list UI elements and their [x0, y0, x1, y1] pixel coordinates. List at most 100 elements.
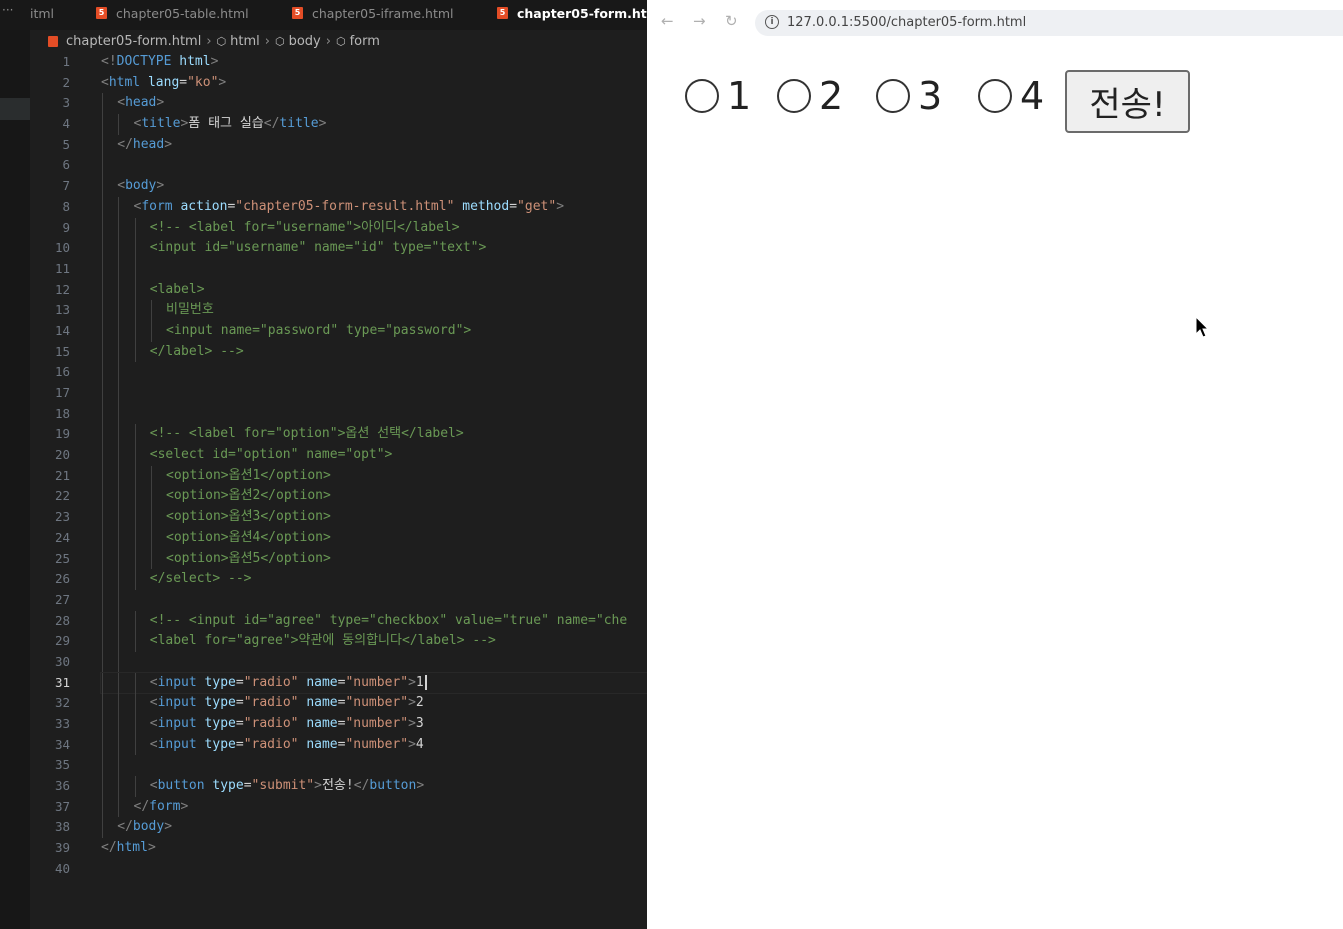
code-token: > — [180, 798, 189, 814]
tab-label: chapter05-table.html — [116, 5, 249, 21]
code-line[interactable]: <title>폼 태그 실습</title> — [101, 114, 647, 135]
explorer-selected-row[interactable] — [0, 98, 30, 120]
url-text[interactable]: 127.0.0.1:5500/chapter05-form.html — [787, 15, 1026, 30]
code-line[interactable]: <option>옵션4</option> — [101, 527, 647, 549]
code-line[interactable]: <option>옵션3</option> — [101, 507, 647, 528]
code-line[interactable]: <input type="radio" name="number">1 — [100, 671, 647, 695]
line-number: 40 — [54, 860, 70, 876]
radio-button[interactable] — [978, 79, 1012, 113]
code-line[interactable]: <select id="option" name="opt"> — [101, 445, 647, 466]
code-line[interactable]: </html> — [101, 838, 647, 859]
radio-option-1[interactable]: 1 — [685, 74, 751, 118]
breadcrumb-file[interactable]: chapter05-form.html — [66, 34, 201, 49]
code-line[interactable]: <form action="chapter05-form-result.html… — [101, 196, 647, 218]
code-line[interactable]: <input type="radio" name="number">3 — [101, 714, 647, 735]
code-token: </ — [117, 136, 133, 152]
code-line[interactable]: <!-- <input id="agree" type="checkbox" v… — [101, 610, 647, 632]
code-line[interactable] — [101, 755, 647, 777]
code-token: <option>옵션4</option> — [166, 529, 331, 545]
more-icon[interactable]: ··· — [2, 3, 13, 17]
code-token: </ — [263, 116, 280, 132]
code-line[interactable]: <input id="username" name="id" type="tex… — [101, 238, 647, 259]
code-token: 4 — [415, 736, 424, 752]
code-token: </ — [117, 819, 133, 835]
code-line[interactable] — [101, 859, 647, 880]
code-line[interactable]: <option>옵션1</option> — [101, 465, 647, 487]
html5-file-icon: 5 — [96, 7, 107, 19]
code-token: button — [157, 778, 205, 794]
radio-button[interactable] — [777, 79, 811, 113]
code-token: </ — [133, 798, 150, 814]
code-line[interactable] — [101, 383, 647, 404]
line-number: 17 — [54, 385, 70, 400]
code-line[interactable]: </label> --> — [101, 341, 647, 363]
code-line[interactable] — [101, 155, 647, 177]
code-token: "number" — [345, 695, 409, 711]
forward-arrow-icon[interactable]: → — [693, 12, 706, 30]
reload-icon[interactable]: ↻ — [725, 12, 738, 30]
code-token: <select id="option" name="opt"> — [149, 447, 393, 463]
code-line[interactable]: <input type="radio" name="number">2 — [101, 693, 647, 714]
code-line[interactable]: <option>옵션5</option> — [101, 548, 647, 570]
code-token: </ — [101, 840, 117, 856]
line-number: 21 — [54, 467, 70, 483]
submit-button[interactable]: 전송! — [1065, 70, 1190, 133]
breadcrumb-html[interactable]: html — [230, 34, 260, 49]
code-editor[interactable]: ··· itml 5 chapter05-table.html 5 chapte… — [0, 0, 647, 929]
tab-chapter05-table[interactable]: 5 chapter05-table.html — [96, 0, 249, 26]
code-line[interactable]: 비밀번호 — [101, 300, 647, 321]
code-line[interactable]: </head> — [101, 134, 647, 156]
line-number: 29 — [54, 633, 70, 649]
code-token: input — [157, 736, 197, 752]
code-line[interactable] — [101, 258, 647, 280]
back-arrow-icon[interactable]: ← — [661, 12, 674, 30]
chevron-right-icon: › — [206, 33, 212, 49]
code-line[interactable]: <input name="password" type="password"> — [101, 320, 647, 342]
code-line[interactable]: <button type="submit">전송!</button> — [101, 776, 647, 797]
code-area[interactable]: <!DOCTYPE html> <html lang="ko"> <head> <ti… — [100, 52, 647, 880]
code-token: = — [179, 74, 188, 90]
line-number: 26 — [54, 571, 70, 587]
code-line[interactable]: <html lang="ko"> — [101, 73, 647, 94]
code-line[interactable]: <!-- <label for="username">아이디</label> — [101, 217, 647, 239]
code-token: button — [369, 778, 417, 794]
code-line[interactable] — [101, 403, 647, 425]
radio-option-4[interactable]: 4 — [978, 74, 1044, 118]
line-number: 38 — [54, 819, 70, 835]
code-line[interactable]: <!-- <label for="option">옵션 선택</label> — [101, 424, 647, 446]
site-info-icon[interactable]: i — [765, 15, 779, 29]
code-line[interactable]: <input type="radio" name="number">4 — [101, 734, 647, 756]
line-number: 19 — [54, 426, 70, 442]
code-line[interactable]: <option>옵션2</option> — [101, 486, 647, 508]
code-line[interactable]: <!DOCTYPE html> — [101, 52, 647, 73]
tab-chapter05-form[interactable]: 5 chapter05-form.html — [497, 0, 647, 26]
code-line[interactable] — [101, 362, 647, 383]
code-line[interactable]: </select> --> — [101, 569, 647, 590]
radio-button[interactable] — [685, 79, 719, 113]
address-bar[interactable]: i 127.0.0.1:5500/chapter05-form.html — [755, 10, 1343, 36]
radio-button[interactable] — [876, 79, 910, 113]
code-token: lang — [147, 74, 180, 90]
code-token: <option>옵션5</option> — [166, 550, 331, 566]
code-line[interactable] — [101, 589, 647, 611]
code-token: = — [235, 716, 244, 731]
code-line[interactable]: <label for="agree">약관에 동의합니다</label> --> — [101, 631, 647, 652]
line-number: 31 — [54, 674, 70, 690]
tab-label: chapter05-iframe.html — [312, 5, 454, 21]
tab-chapter05-iframe[interactable]: 5 chapter05-iframe.html — [292, 0, 454, 26]
code-line[interactable]: <head> — [101, 93, 647, 115]
breadcrumb-body[interactable]: body — [289, 34, 321, 49]
code-line[interactable]: </body> — [101, 817, 647, 839]
line-number: 2 — [62, 74, 70, 90]
breadcrumb-form[interactable]: form — [350, 34, 380, 49]
code-line[interactable] — [101, 651, 647, 673]
code-token: > — [318, 116, 327, 132]
code-line[interactable]: <label> — [101, 279, 647, 301]
code-token: = — [235, 695, 244, 711]
code-line[interactable]: <body> — [101, 176, 647, 197]
code-line[interactable]: </form> — [101, 796, 647, 818]
radio-option-3[interactable]: 3 — [876, 74, 942, 118]
tab-partial-html[interactable]: itml — [30, 0, 54, 26]
radio-option-2[interactable]: 2 — [777, 74, 843, 118]
